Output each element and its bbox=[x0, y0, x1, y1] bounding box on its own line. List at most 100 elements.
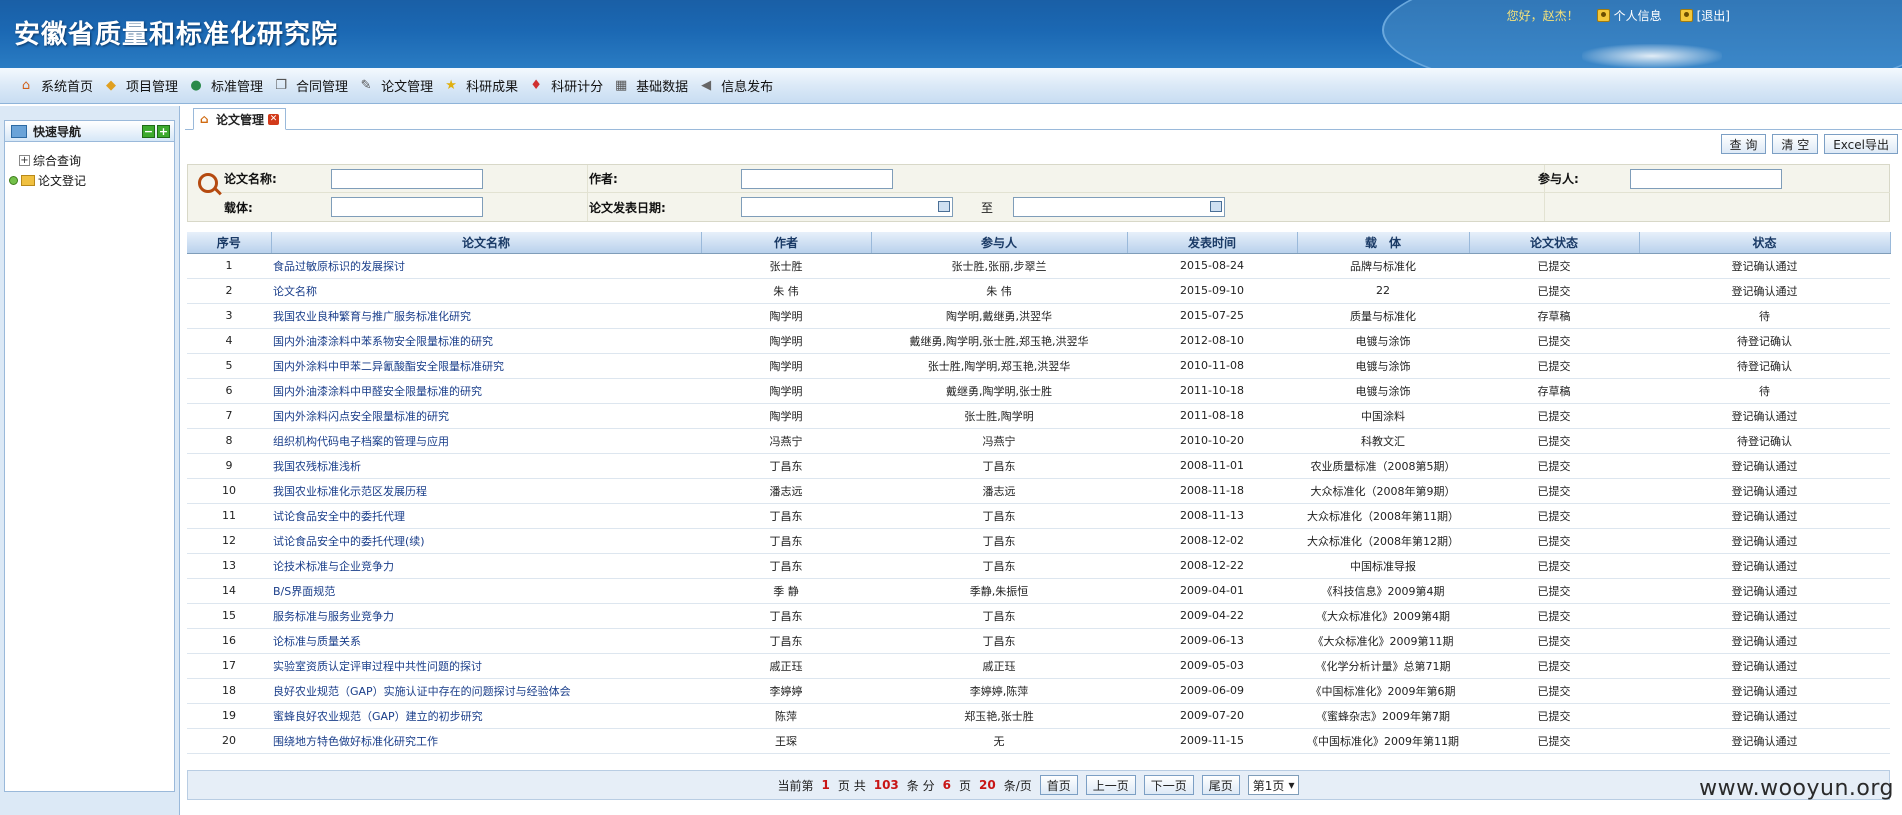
column-header[interactable]: 论文状态 bbox=[1469, 232, 1640, 254]
last-page-button[interactable]: 尾页 bbox=[1201, 775, 1240, 795]
table-cell: 1 bbox=[187, 253, 271, 279]
paper-title-link[interactable]: 良好农业规范（GAP）实施认证中存在的问题探讨与经验体会 bbox=[271, 678, 701, 704]
expand-all-icon[interactable]: + bbox=[157, 124, 170, 138]
pager-pages: 6 bbox=[942, 778, 951, 792]
table-cell: 已提交 bbox=[1469, 678, 1639, 704]
paper-title-link[interactable]: 蜜蜂良好农业规范（GAP）建立的初步研究 bbox=[271, 703, 701, 729]
table-cell: 朱 伟 bbox=[871, 278, 1127, 304]
paper-title-link[interactable]: 论技术标准与企业竞争力 bbox=[271, 553, 701, 579]
paper-title-link[interactable]: B/S界面规范 bbox=[271, 578, 701, 604]
profile-link[interactable]: 个人信息 bbox=[1596, 7, 1662, 24]
table-cell: 已提交 bbox=[1469, 528, 1639, 554]
paper-title-link[interactable]: 国内外涂料闪点安全限量标准的研究 bbox=[271, 403, 701, 429]
paper-title-link[interactable]: 国内外涂料中甲苯二异氰酸酯安全限量标准研究 bbox=[271, 353, 701, 379]
date-from-input[interactable] bbox=[741, 197, 953, 217]
calendar-icon[interactable] bbox=[938, 201, 950, 212]
calendar-icon[interactable] bbox=[1210, 201, 1222, 212]
table-cell: 季 静 bbox=[701, 578, 871, 604]
column-header[interactable]: 状态 bbox=[1639, 232, 1891, 254]
table-cell: 2010-10-20 bbox=[1127, 428, 1297, 454]
star-icon: ★ bbox=[445, 77, 457, 93]
table-cell: 2009-04-22 bbox=[1127, 603, 1297, 629]
excel-export-button[interactable]: Excel导出 bbox=[1824, 134, 1898, 154]
menu-item-1[interactable]: ◆ 项目管理 bbox=[103, 76, 178, 96]
carrier-input[interactable] bbox=[331, 197, 483, 217]
column-header[interactable]: 发表时间 bbox=[1127, 232, 1298, 254]
author-input[interactable] bbox=[741, 168, 893, 189]
participant-input[interactable] bbox=[1630, 168, 1782, 189]
collapse-all-icon[interactable]: − bbox=[142, 124, 155, 138]
first-page-button[interactable]: 首页 bbox=[1039, 775, 1078, 795]
paper-title-link[interactable]: 论标准与质量关系 bbox=[271, 628, 701, 654]
table-row: 12 试论食品安全中的委托代理(续) 丁昌东 丁昌东 2008-12-02 大众标准化（2… bbox=[187, 528, 1890, 554]
column-header[interactable]: 载 体 bbox=[1297, 232, 1470, 254]
menu-item-label: 科研计分 bbox=[551, 80, 604, 95]
column-header[interactable]: 作者 bbox=[701, 232, 872, 254]
table-cell: 《中国标准化》2009年第11期 bbox=[1297, 728, 1469, 754]
paper-title-link[interactable]: 国内外油漆涂料中苯系物安全限量标准的研究 bbox=[271, 328, 701, 354]
table-cell: 已提交 bbox=[1469, 553, 1639, 579]
paper-title-link[interactable]: 国内外油漆涂料中甲醛安全限量标准的研究 bbox=[271, 378, 701, 404]
table-cell: 戴继勇,陶学明,张士胜,郑玉艳,洪翌华 bbox=[871, 328, 1127, 354]
query-button[interactable]: 查 询 bbox=[1720, 134, 1767, 154]
paper-title-link[interactable]: 我国农业标准化示范区发展历程 bbox=[271, 478, 701, 504]
table-cell: 2 bbox=[187, 278, 271, 304]
column-header[interactable]: 参与人 bbox=[871, 232, 1128, 254]
logout-link[interactable]: [退出] bbox=[1679, 7, 1730, 24]
sidebar-item-comprehensive-query[interactable]: + 综合查询 bbox=[5, 150, 174, 170]
table-cell: 已提交 bbox=[1469, 628, 1639, 654]
prev-page-button[interactable]: 上一页 bbox=[1085, 775, 1136, 795]
page-select[interactable]: 第1页 ▾ bbox=[1247, 775, 1300, 795]
table-cell: 陶学明 bbox=[701, 303, 871, 329]
sidebar-item-paper-register[interactable]: 论文登记 bbox=[5, 170, 174, 190]
paper-title-link[interactable]: 我国农残标准浅析 bbox=[271, 453, 701, 479]
table-cell: 登记确认通过 bbox=[1639, 278, 1890, 304]
paper-title-link[interactable]: 试论食品安全中的委托代理 bbox=[271, 503, 701, 529]
next-page-button[interactable]: 下一页 bbox=[1143, 775, 1194, 795]
date-to-input[interactable] bbox=[1013, 197, 1225, 217]
menu-item-4[interactable]: ✎ 论文管理 bbox=[358, 76, 433, 96]
table-cell: 存草稿 bbox=[1469, 303, 1639, 329]
table-cell: 登记确认通过 bbox=[1639, 503, 1890, 529]
menu-item-2[interactable]: ● 标准管理 bbox=[188, 76, 263, 96]
table-cell: 登记确认通过 bbox=[1639, 678, 1890, 704]
table-cell: 2009-07-20 bbox=[1127, 703, 1297, 729]
paper-title-link[interactable]: 论文名称 bbox=[271, 278, 701, 304]
menu-item-6[interactable]: ♦ 科研计分 bbox=[528, 76, 604, 96]
tab-paper-management[interactable]: ⌂ 论文管理 ✕ bbox=[193, 108, 287, 130]
paper-title-link[interactable]: 食品过敏原标识的发展探讨 bbox=[271, 253, 701, 279]
table-cell: 登记确认通过 bbox=[1639, 253, 1890, 279]
table-cell: 2011-10-18 bbox=[1127, 378, 1297, 404]
sidebar-tools: − + bbox=[142, 124, 170, 138]
column-header[interactable]: 论文名称 bbox=[271, 232, 702, 254]
table-cell: 22 bbox=[1297, 278, 1469, 304]
table-cell: 2008-12-22 bbox=[1127, 553, 1297, 579]
paper-title-link[interactable]: 服务标准与服务业竞争力 bbox=[271, 603, 701, 629]
paper-title-link[interactable]: 我国农业良种繁育与推广服务标准化研究 bbox=[271, 303, 701, 329]
table-row: 19 蜜蜂良好农业规范（GAP）建立的初步研究 陈萍 郑玉艳,张士胜 2009-07-2… bbox=[187, 703, 1890, 729]
menu-item-8[interactable]: ◀ 信息发布 bbox=[698, 76, 773, 96]
table-cell: 已提交 bbox=[1469, 428, 1639, 454]
table-cell: 戚正珏 bbox=[701, 653, 871, 679]
paper-table: 序号 论文名称 作者 参与人 发表时间载 体论文状态 状态 1 食品过敏原标识的发展探讨 张士… bbox=[187, 232, 1891, 754]
table-cell: 冯燕宁 bbox=[701, 428, 871, 454]
menu-item-0[interactable]: ⌂ 系统首页 bbox=[18, 76, 94, 96]
table-row: 7 国内外涂料闪点安全限量标准的研究 陶学明 张士胜,陶学明 2011-08-18 中国涂… bbox=[187, 403, 1890, 429]
paper-title-link[interactable]: 组织机构代码电子档案的管理与应用 bbox=[271, 428, 701, 454]
close-icon[interactable]: ✕ bbox=[268, 113, 280, 125]
column-header[interactable]: 序号 bbox=[187, 232, 272, 254]
table-cell: 13 bbox=[187, 553, 271, 579]
menu-item-5[interactable]: ★ 科研成果 bbox=[443, 76, 518, 96]
paper-name-input[interactable] bbox=[331, 168, 483, 189]
paper-title-link[interactable]: 围绕地方特色做好标准化研究工作 bbox=[271, 728, 701, 754]
menu-item-label: 基础数据 bbox=[636, 80, 689, 95]
menu-item-7[interactable]: ▦ 基础数据 bbox=[613, 76, 689, 96]
table-cell: 丁昌东 bbox=[701, 528, 871, 554]
menu-item-3[interactable]: ❐ 合同管理 bbox=[273, 76, 348, 96]
paper-title-link[interactable]: 实验室资质认定评审过程中共性问题的探讨 bbox=[271, 653, 701, 679]
clear-button[interactable]: 清 空 bbox=[1772, 134, 1819, 154]
paper-title-link[interactable]: 试论食品安全中的委托代理(续) bbox=[271, 528, 701, 554]
table-cell: 郑玉艳,张士胜 bbox=[871, 703, 1127, 729]
expand-icon[interactable]: + bbox=[19, 154, 30, 166]
menu-item-label: 系统首页 bbox=[41, 80, 94, 95]
